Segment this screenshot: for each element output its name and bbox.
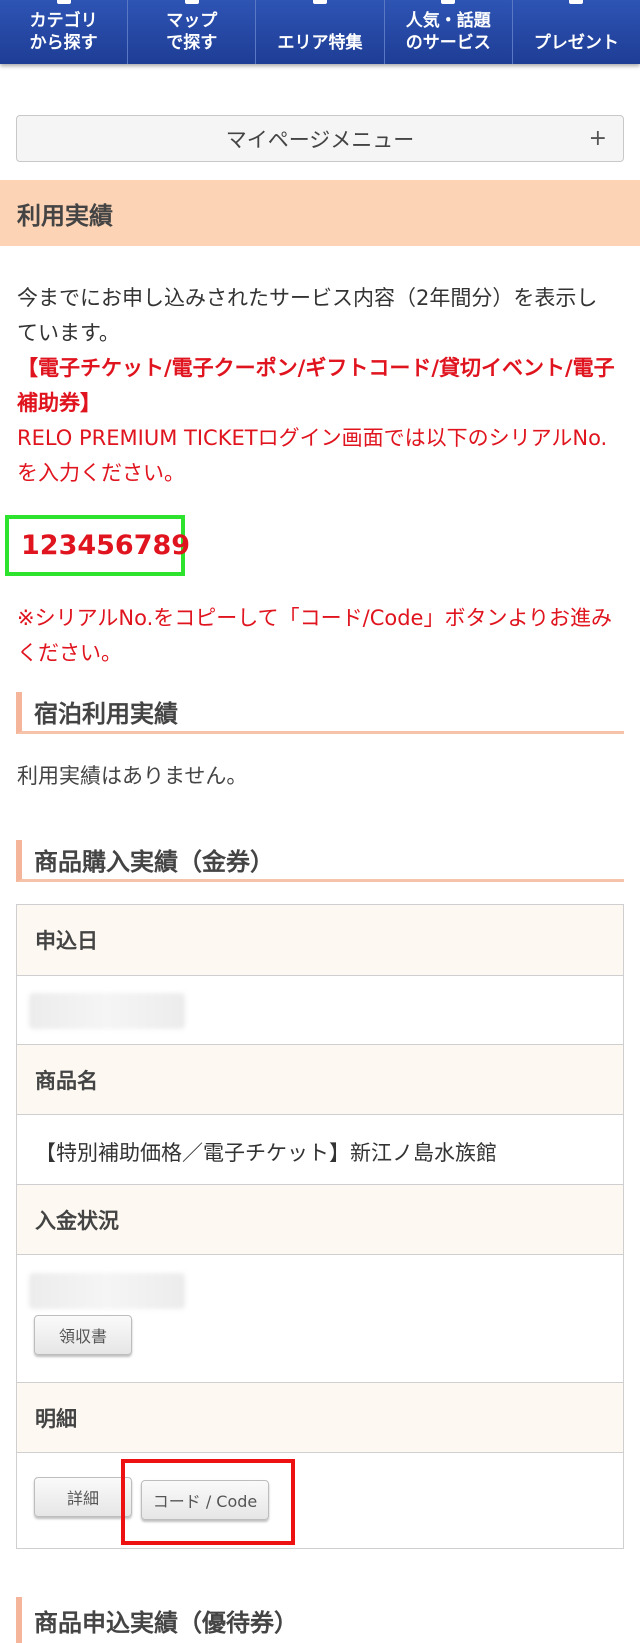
top-navigation: カテゴリ から探す マップ で探す エリア特集 人気・話題 のサービス プレゼン… <box>0 0 640 64</box>
lodging-title: 宿泊利用実績 <box>16 692 624 734</box>
apply-date-blurred <box>29 993 185 1029</box>
nav-present-label: プレゼント <box>533 33 619 53</box>
detail-header: 明細 <box>17 1383 623 1453</box>
receipt-button[interactable]: 領収書 <box>34 1315 132 1355</box>
nav-popular[interactable]: 人気・話題 のサービス <box>385 0 513 64</box>
serial-number-value: 123456789 <box>21 530 191 561</box>
product-name-value: 【特別補助価格／電子チケット】新江ノ島水族館 <box>35 1141 497 1165</box>
receipt-button-label: 領収書 <box>58 1327 107 1346</box>
nav-map[interactable]: マップ で探す <box>128 0 257 64</box>
purchase-table: 申込日 商品名 【特別補助価格／電子チケット】新江ノ島水族館 入金状況 領収書 … <box>16 904 624 1549</box>
category-icon <box>56 0 71 4</box>
apply-date-label: 申込日 <box>35 929 98 953</box>
apply-date-header: 申込日 <box>17 905 623 976</box>
serial-number: 123456789 <box>5 515 190 576</box>
detail-row: 詳細 コード / Code <box>17 1453 623 1548</box>
nav-area-label: エリア特集 <box>277 33 363 53</box>
product-name-row: 【特別補助価格／電子チケット】新江ノ島水族館 <box>17 1115 623 1185</box>
nav-present[interactable]: プレゼント <box>513 0 640 64</box>
purchase-title: 商品購入実績（金券） <box>16 840 624 882</box>
nav-map-label: マップ で探す <box>166 11 218 53</box>
payment-status-blurred <box>29 1273 185 1309</box>
next-section-title: 商品申込実績（優待券） <box>16 1597 624 1643</box>
copy-note: ※シリアルNo.をコピーして「コード/Code」ボタンよりお進みください。 <box>17 606 613 665</box>
intro-line-2: 【電子チケット/電子クーポン/ギフトコード/貸切イベント/電子補助券】 <box>17 356 615 415</box>
nav-popular-label: 人気・話題 のサービス <box>405 11 491 53</box>
section-title: 利用実績 <box>0 180 640 246</box>
product-name-header: 商品名 <box>17 1045 623 1115</box>
mypage-menu-label: マイページメニュー <box>225 127 415 152</box>
present-icon <box>569 0 584 4</box>
popular-icon <box>441 0 456 4</box>
detail-button-label: 詳細 <box>66 1489 99 1508</box>
next-section-title-text: 商品申込実績（優待券） <box>34 1608 298 1637</box>
code-button-highlight <box>121 1459 295 1545</box>
intro-text: 今までにお申し込みされたサービス内容（2年間分）を表示しています。 【電子チケッ… <box>17 281 617 491</box>
payment-status-row: 領収書 <box>17 1255 623 1383</box>
product-name-label: 商品名 <box>35 1068 98 1093</box>
intro-line-1: 今までにお申し込みされたサービス内容（2年間分）を表示しています。 <box>17 286 598 345</box>
lodging-empty-text: 利用実績はありません。 <box>17 764 248 788</box>
payment-status-label: 入金状況 <box>35 1208 119 1233</box>
nav-area[interactable]: エリア特集 <box>256 0 385 64</box>
purchase-title-text: 商品購入実績（金券） <box>34 848 274 876</box>
nav-category-label: カテゴリ から探す <box>29 11 98 53</box>
detail-button[interactable]: 詳細 <box>34 1477 132 1517</box>
apply-date-row <box>17 976 623 1045</box>
plus-icon: + <box>588 126 607 151</box>
mypage-menu-button[interactable]: マイページメニュー + <box>16 115 624 162</box>
intro-line-3: RELO PREMIUM TICKETログイン画面では以下のシリアルNo.を入力… <box>17 426 608 485</box>
area-icon <box>313 0 327 4</box>
lodging-title-text: 宿泊利用実績 <box>34 700 178 728</box>
map-icon <box>184 0 199 4</box>
detail-label: 明細 <box>35 1406 77 1431</box>
payment-status-header: 入金状況 <box>17 1185 623 1255</box>
nav-category[interactable]: カテゴリ から探す <box>0 0 129 64</box>
